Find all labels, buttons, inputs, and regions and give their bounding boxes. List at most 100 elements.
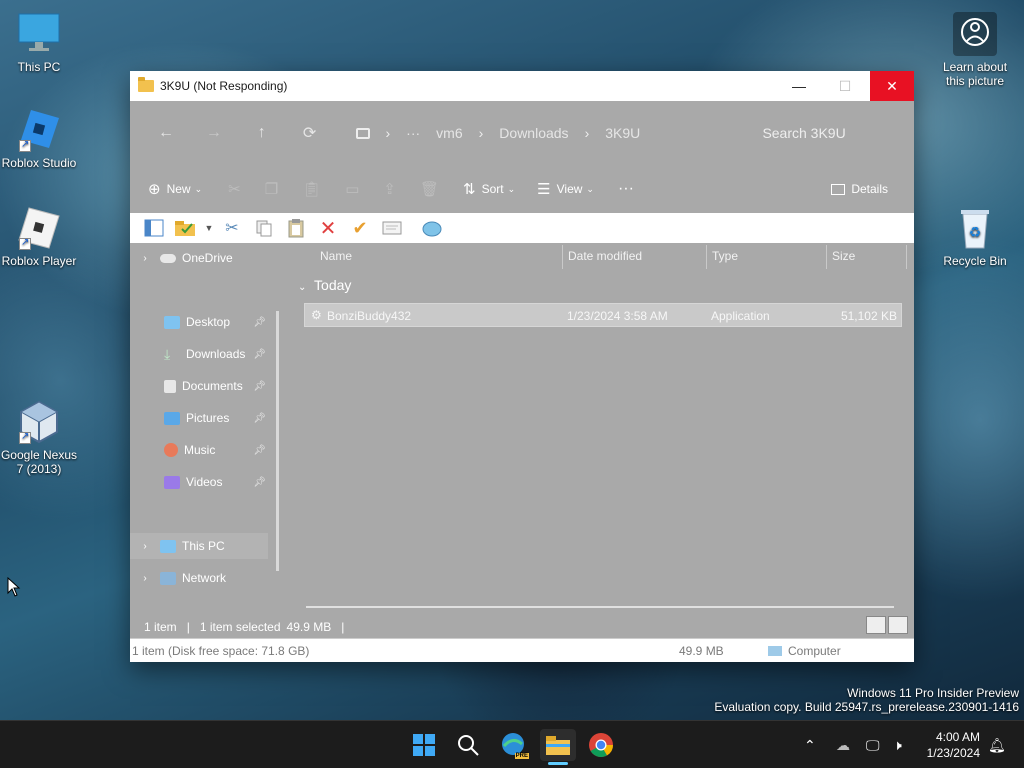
nav-item-label: Pictures bbox=[186, 411, 230, 425]
system-clock[interactable]: 4:00 AM 1/23/2024 bbox=[927, 729, 980, 761]
maximize-button[interactable]: ☐ bbox=[822, 71, 868, 101]
address-bar[interactable]: › ··· vm6 › Downloads › 3K9U bbox=[344, 118, 739, 148]
dropdown-arrow-icon[interactable]: ▼ bbox=[202, 216, 216, 240]
classic-toolbar: ▼ ✂ ✕ ✔ bbox=[130, 213, 914, 243]
minimize-button[interactable]: — bbox=[776, 71, 822, 101]
horizontal-scrollbar[interactable] bbox=[306, 606, 894, 608]
delete-icon[interactable]: ✕ bbox=[312, 216, 344, 240]
file-explorer-button[interactable] bbox=[540, 729, 576, 765]
windows-logo-icon bbox=[413, 734, 435, 756]
nav-item-videos[interactable]: Videos 📌︎ bbox=[164, 469, 268, 495]
bell-icon: 🔔︎ bbox=[988, 736, 1006, 753]
notifications-button[interactable]: 🔔︎ bbox=[988, 721, 1006, 768]
chrome-icon bbox=[589, 733, 613, 758]
file-size: 51,102 KB bbox=[840, 309, 897, 323]
properties-icon[interactable] bbox=[376, 216, 408, 240]
desktop-icon-this-pc[interactable]: This PC bbox=[0, 12, 81, 74]
back-button[interactable]: ← bbox=[142, 124, 190, 142]
network-icon bbox=[160, 571, 176, 585]
pin-icon[interactable]: 📌︎ bbox=[253, 445, 266, 456]
location-text: Computer bbox=[788, 643, 841, 658]
table-row[interactable]: ⚙ BonziBuddy432 1/23/2024 3:58 AM Applic… bbox=[304, 303, 902, 327]
details-button[interactable]: Details bbox=[831, 165, 888, 213]
search-input[interactable]: Search 3K9U bbox=[748, 118, 914, 148]
up-button[interactable]: ↑ bbox=[238, 124, 286, 142]
nav-item-desktop[interactable]: Desktop 📌︎ bbox=[164, 309, 268, 335]
download-arrow-icon: ⤓ bbox=[164, 345, 171, 362]
onedrive-tray[interactable]: ☁ bbox=[836, 721, 850, 768]
desktop-icon-learn-about-picture[interactable]: Learn about this picture bbox=[933, 12, 1017, 88]
desktop-icon-roblox-player[interactable]: Roblox Player bbox=[0, 206, 81, 268]
chrome-button[interactable] bbox=[585, 729, 617, 761]
picture-icon bbox=[164, 411, 180, 425]
desktop-icon-recycle-bin[interactable]: ♻ Recycle Bin bbox=[933, 206, 1017, 268]
paste-icon[interactable] bbox=[280, 216, 312, 240]
tiles-view-icon[interactable] bbox=[888, 616, 908, 634]
checkmark-icon[interactable]: ✔ bbox=[344, 216, 376, 240]
breadcrumb-downloads[interactable]: Downloads bbox=[499, 125, 568, 141]
nav-item-network[interactable]: › Network bbox=[130, 565, 268, 591]
shortcut-arrow-icon bbox=[19, 138, 31, 152]
desktop-icon-roblox-studio[interactable]: Roblox Studio bbox=[0, 108, 81, 170]
title-bar[interactable]: 3K9U (Not Responding) — ☐ ✕ bbox=[130, 71, 914, 101]
view-button[interactable]: ☰ View ⌄ bbox=[537, 180, 594, 198]
nav-item-label: Network bbox=[182, 571, 227, 585]
folder-check-icon[interactable] bbox=[170, 216, 202, 240]
breadcrumb-overflow[interactable]: ··· bbox=[406, 125, 420, 141]
details-view-icon[interactable] bbox=[866, 616, 886, 634]
nav-item-documents[interactable]: Documents 📌︎ bbox=[164, 373, 268, 399]
new-button[interactable]: ⊕ New ⌄ bbox=[148, 180, 202, 198]
start-button[interactable] bbox=[408, 729, 440, 761]
column-type[interactable]: Type bbox=[712, 249, 738, 263]
network-tray[interactable]: 🖵︎ bbox=[866, 721, 880, 768]
nav-pane-scrollbar[interactable] bbox=[276, 311, 279, 571]
share-icon[interactable]: ⇪ bbox=[383, 180, 396, 198]
nav-item-pictures[interactable]: Pictures 📌︎ bbox=[164, 405, 268, 431]
delete-icon[interactable]: 🗑︎ bbox=[420, 180, 439, 198]
item-count: 1 item bbox=[144, 620, 177, 634]
forward-button[interactable]: → bbox=[190, 124, 238, 142]
search-button[interactable] bbox=[452, 729, 484, 761]
pin-icon[interactable]: 📌︎ bbox=[253, 317, 266, 328]
pin-icon[interactable]: 📌︎ bbox=[253, 413, 266, 424]
column-date-modified[interactable]: Date modified bbox=[568, 249, 642, 263]
nav-item-onedrive[interactable]: › OneDrive bbox=[130, 245, 268, 271]
edge-canary-button[interactable]: PRE bbox=[497, 729, 529, 761]
breadcrumb-vm6[interactable]: vm6 bbox=[436, 125, 462, 141]
pin-icon[interactable]: 📌︎ bbox=[253, 381, 266, 392]
nav-item-this-pc[interactable]: › This PC bbox=[130, 533, 268, 559]
chevron-down-icon: ⌄ bbox=[507, 183, 516, 194]
nav-item-music[interactable]: Music 📌︎ bbox=[164, 437, 268, 463]
copy-icon[interactable]: ❐ bbox=[265, 180, 278, 198]
group-header-today[interactable]: ⌄ Today bbox=[298, 277, 351, 293]
refresh-button[interactable]: ⟳ bbox=[286, 123, 334, 143]
column-name[interactable]: Name bbox=[320, 249, 352, 263]
chevron-up-icon: ⌃ bbox=[804, 736, 816, 753]
desktop-icon-label: Recycle Bin bbox=[943, 254, 1007, 268]
location-label: Computer bbox=[768, 644, 841, 658]
show-hidden-icons[interactable]: ⌃ bbox=[804, 721, 816, 768]
cloud-offline-icon: ☁ bbox=[836, 736, 850, 753]
view-label: View bbox=[556, 182, 583, 196]
sort-button[interactable]: ⇅ Sort ⌄ bbox=[463, 180, 515, 198]
volume-tray[interactable]: 🕨︎ bbox=[893, 721, 902, 768]
network-monitor-icon: 🖵︎ bbox=[866, 736, 880, 753]
breadcrumb-3k9u[interactable]: 3K9U bbox=[605, 125, 640, 141]
more-options-button[interactable]: ··· bbox=[618, 180, 634, 198]
close-button[interactable]: ✕ bbox=[870, 71, 914, 101]
column-size[interactable]: Size bbox=[832, 249, 855, 263]
pin-icon[interactable]: 📌︎ bbox=[253, 349, 266, 360]
rename-icon[interactable]: ▭ bbox=[345, 180, 359, 198]
desktop-icon-label: Roblox Player bbox=[1, 254, 77, 268]
chevron-down-icon: ⌄ bbox=[194, 183, 203, 194]
cut-icon[interactable]: ✂ bbox=[216, 216, 248, 240]
agent-icon[interactable] bbox=[416, 216, 448, 240]
desktop-icon-google-nexus[interactable]: Google Nexus 7 (2013) bbox=[0, 400, 81, 476]
cut-icon[interactable]: ✂ bbox=[228, 180, 241, 198]
desktop-icon-label: Learn about this picture bbox=[942, 60, 1008, 88]
paste-icon[interactable]: 📋︎ bbox=[302, 180, 321, 198]
navigation-pane-icon[interactable] bbox=[138, 216, 170, 240]
nav-item-downloads[interactable]: ⤓ Downloads 📌︎ bbox=[164, 341, 268, 367]
copy-icon[interactable] bbox=[248, 216, 280, 240]
pin-icon[interactable]: 📌︎ bbox=[253, 477, 266, 488]
